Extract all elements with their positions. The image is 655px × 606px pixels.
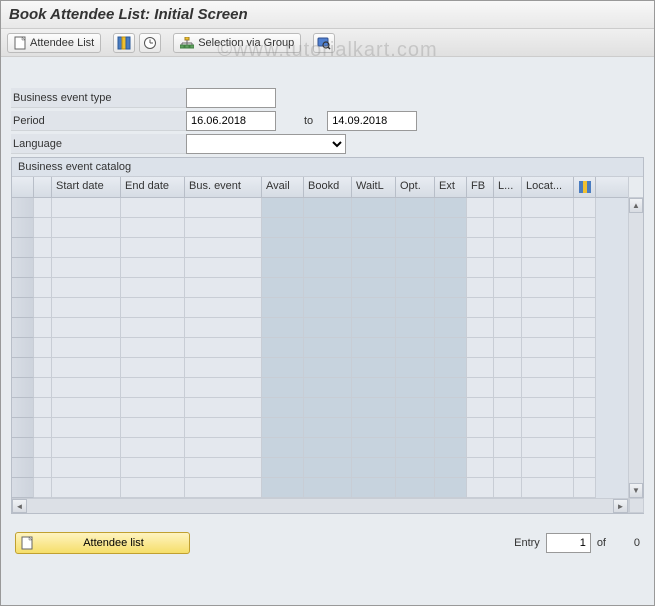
entry-input[interactable] bbox=[546, 533, 591, 553]
language-label: Language bbox=[11, 134, 186, 154]
col-rowsel[interactable] bbox=[12, 177, 34, 197]
content-area: Business event type Period to Language B… bbox=[1, 57, 654, 605]
table-config-icon bbox=[579, 181, 591, 193]
table-row[interactable] bbox=[12, 318, 628, 338]
catalog-table: Start date End date Bus. event Avail Boo… bbox=[12, 176, 643, 513]
scroll-right-button[interactable]: ► bbox=[613, 499, 628, 513]
search-display-button[interactable] bbox=[313, 33, 335, 53]
language-select[interactable] bbox=[186, 134, 346, 154]
col-locat[interactable]: Locat... bbox=[522, 177, 574, 197]
col-bookd[interactable]: Bookd bbox=[304, 177, 352, 197]
toolbar: Attendee List Selection via Group bbox=[1, 29, 654, 57]
table-row[interactable] bbox=[12, 418, 628, 438]
table-row[interactable] bbox=[12, 378, 628, 398]
table-body bbox=[12, 198, 628, 498]
scroll-track-v[interactable] bbox=[629, 213, 643, 483]
table-row[interactable] bbox=[12, 458, 628, 478]
attendee-list-button[interactable]: Attendee List bbox=[7, 33, 101, 53]
col-l[interactable]: L... bbox=[494, 177, 522, 197]
entry-label: Entry bbox=[514, 537, 540, 549]
hierarchy-icon bbox=[180, 37, 194, 49]
document-icon bbox=[14, 36, 26, 50]
period-from-input[interactable] bbox=[186, 111, 276, 131]
table-row[interactable] bbox=[12, 298, 628, 318]
of-label: of bbox=[597, 537, 606, 549]
catalog-title: Business event catalog bbox=[12, 158, 643, 176]
language-row: Language bbox=[11, 133, 644, 155]
entry-total: 0 bbox=[612, 537, 640, 549]
col-ext[interactable]: Ext bbox=[435, 177, 467, 197]
col-fb[interactable]: FB bbox=[467, 177, 494, 197]
business-event-catalog: Business event catalog Start date End da… bbox=[11, 157, 644, 514]
table-row[interactable] bbox=[12, 198, 628, 218]
scroll-track-h[interactable] bbox=[27, 499, 613, 513]
document-icon bbox=[21, 536, 33, 550]
col-end-date[interactable]: End date bbox=[121, 177, 185, 197]
vertical-scrollbar[interactable]: ▲ ▼ bbox=[628, 177, 643, 513]
business-event-type-input[interactable] bbox=[186, 88, 276, 108]
table-row[interactable] bbox=[12, 338, 628, 358]
scroll-corner bbox=[629, 498, 644, 513]
period-row: Period to bbox=[11, 110, 644, 132]
selection-via-group-label: Selection via Group bbox=[198, 37, 294, 49]
title-bar: Book Attendee List: Initial Screen bbox=[1, 1, 654, 29]
table-row[interactable] bbox=[12, 258, 628, 278]
table-config-button[interactable] bbox=[574, 177, 596, 197]
table-row[interactable] bbox=[12, 238, 628, 258]
attendee-list-action-button[interactable]: Attendee list bbox=[15, 532, 190, 554]
scroll-up-button[interactable]: ▲ bbox=[629, 198, 643, 213]
bottom-bar: Attendee list Entry of 0 bbox=[11, 532, 644, 554]
business-event-type-label: Business event type bbox=[11, 88, 186, 108]
period-to-label: to bbox=[304, 115, 313, 127]
clock-icon bbox=[143, 36, 157, 50]
table-row[interactable] bbox=[12, 358, 628, 378]
col-waitl[interactable]: WaitL bbox=[352, 177, 396, 197]
table-header: Start date End date Bus. event Avail Boo… bbox=[12, 177, 628, 198]
table-row[interactable] bbox=[12, 438, 628, 458]
table-row[interactable] bbox=[12, 218, 628, 238]
table-row[interactable] bbox=[12, 478, 628, 498]
attendee-list-label: Attendee List bbox=[30, 37, 94, 49]
scroll-left-button[interactable]: ◄ bbox=[12, 499, 27, 513]
col-avail[interactable]: Avail bbox=[262, 177, 304, 197]
horizontal-scrollbar[interactable]: ◄ ► bbox=[12, 498, 628, 513]
entry-section: Entry of 0 bbox=[514, 533, 640, 553]
search-screen-icon bbox=[317, 36, 331, 50]
column-config-button[interactable] bbox=[113, 33, 135, 53]
col-status[interactable] bbox=[34, 177, 52, 197]
table-row[interactable] bbox=[12, 278, 628, 298]
business-event-type-row: Business event type bbox=[11, 87, 644, 109]
period-to-input[interactable] bbox=[327, 111, 417, 131]
table-row[interactable] bbox=[12, 398, 628, 418]
scroll-down-button[interactable]: ▼ bbox=[629, 483, 643, 498]
attendee-list-action-label: Attendee list bbox=[83, 537, 144, 549]
col-start-date[interactable]: Start date bbox=[52, 177, 121, 197]
time-button[interactable] bbox=[139, 33, 161, 53]
selection-via-group-button[interactable]: Selection via Group bbox=[173, 33, 301, 53]
page-title: Book Attendee List: Initial Screen bbox=[9, 6, 248, 23]
col-opt[interactable]: Opt. bbox=[396, 177, 435, 197]
columns-icon bbox=[117, 36, 131, 50]
period-label: Period bbox=[11, 111, 186, 131]
col-bus-event[interactable]: Bus. event bbox=[185, 177, 262, 197]
